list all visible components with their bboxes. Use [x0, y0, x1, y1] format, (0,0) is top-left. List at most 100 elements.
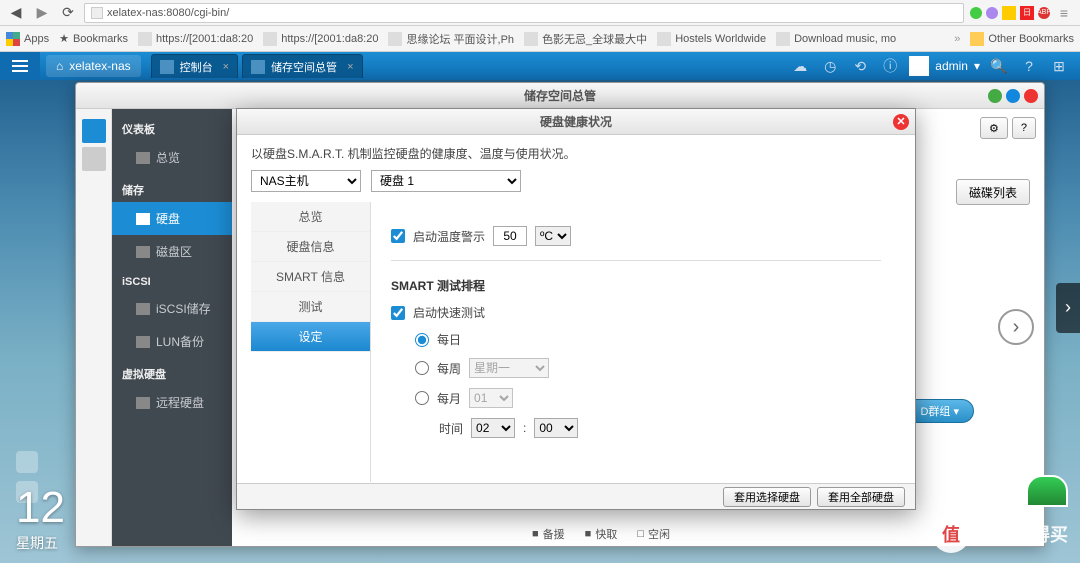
- settings-button[interactable]: ⚙: [980, 117, 1008, 139]
- close-icon[interactable]: ×: [347, 61, 353, 73]
- bookmark-item[interactable]: Hostels Worldwide: [657, 32, 766, 46]
- refresh-icon[interactable]: ⟲: [849, 55, 871, 77]
- info-icon[interactable]: ⓘ: [879, 55, 901, 77]
- clock-icon[interactable]: ◷: [819, 55, 841, 77]
- window-titlebar[interactable]: 储存空间总管: [76, 83, 1044, 109]
- sidebar-item-overview[interactable]: 总览: [112, 141, 232, 174]
- dock-icon[interactable]: [16, 451, 38, 473]
- sidebar-section: 仪表板: [112, 113, 232, 141]
- close-button[interactable]: [1024, 89, 1038, 103]
- bookmark-item[interactable]: ★ Bookmarks: [59, 32, 128, 45]
- next-disk-button[interactable]: ›: [998, 309, 1034, 345]
- sidebar-item-volumes[interactable]: 磁盘区: [112, 235, 232, 268]
- menu-icon[interactable]: ≡: [1054, 3, 1074, 23]
- disk-select[interactable]: 硬盘 1: [371, 170, 521, 192]
- icon-rail: [76, 109, 112, 546]
- home-icon: ⌂: [56, 59, 63, 73]
- sidebar-section: 储存: [112, 174, 232, 202]
- tab-test[interactable]: 测试: [251, 292, 370, 322]
- close-icon[interactable]: ×: [223, 61, 229, 73]
- username-label: admin: [935, 59, 968, 73]
- monthly-radio[interactable]: [415, 391, 429, 405]
- time-min-select[interactable]: 00: [534, 418, 578, 438]
- taskbar-tab-storage[interactable]: 储存空间总管 ×: [242, 54, 362, 78]
- ext-icon[interactable]: [1002, 6, 1016, 20]
- lun-icon: [136, 336, 150, 348]
- bookmark-item[interactable]: 色影无忌_全球最大中: [524, 31, 647, 47]
- tab-disk-info[interactable]: 硬盘信息: [251, 232, 370, 262]
- dialog-close-button[interactable]: ✕: [893, 114, 909, 130]
- main-menu-button[interactable]: [0, 52, 40, 80]
- bookmark-overflow[interactable]: »: [954, 33, 960, 45]
- rail-overview-icon[interactable]: [82, 119, 106, 143]
- bookmark-item[interactable]: Download music, mo: [776, 32, 896, 46]
- adblock-icon[interactable]: ABP: [1038, 7, 1050, 19]
- time-hour-select[interactable]: 02: [471, 418, 515, 438]
- sidebar: 仪表板 总览 储存 硬盘 磁盘区 iSCSI iSCSI储存 LUN备份 虚拟硬…: [112, 109, 232, 546]
- reload-button[interactable]: ⟳: [58, 3, 78, 23]
- ext-icon[interactable]: [986, 7, 998, 19]
- temp-alarm-checkbox[interactable]: [391, 229, 405, 243]
- apply-selected-button[interactable]: 套用选择硬盘: [723, 487, 811, 507]
- hamburger-icon: [12, 60, 28, 72]
- dialog-titlebar[interactable]: 硬盘健康状况 ✕: [237, 109, 915, 135]
- host-select[interactable]: NAS主机: [251, 170, 361, 192]
- dashboard-icon[interactable]: ⊞: [1048, 55, 1070, 77]
- schedule-heading: SMART 测试排程: [391, 277, 881, 294]
- dialog-description: 以硬盘S.M.A.R.T. 机制监控硬盘的健康度、温度与使用状况。: [251, 145, 901, 162]
- dialog-tabs: 总览 硬盘信息 SMART 信息 测试 设定: [251, 202, 371, 482]
- quick-test-checkbox[interactable]: [391, 306, 405, 320]
- time-label: 时间: [439, 420, 463, 437]
- disk-list-button[interactable]: 磁碟列表: [956, 179, 1030, 205]
- hostname-label: xelatex-nas: [69, 59, 130, 73]
- ext-icon[interactable]: [970, 7, 982, 19]
- hostname-breadcrumb[interactable]: ⌂ xelatex-nas: [46, 55, 141, 77]
- settings-panel: 启动温度警示 ºC SMART 测试排程 启动快速测试 每日: [371, 202, 901, 482]
- ext-icon[interactable]: 日: [1020, 6, 1034, 20]
- bookmark-item[interactable]: https://[2001:da8:20: [138, 32, 253, 46]
- other-bookmarks[interactable]: Other Bookmarks: [970, 32, 1074, 46]
- browser-toolbar: ◀ ▶ ⟳ xelatex-nas:8080/cgi-bin/ 日 ABP ≡: [0, 0, 1080, 26]
- user-menu[interactable]: admin ▾: [909, 56, 980, 76]
- help-icon: ?: [1021, 122, 1027, 134]
- bookmark-item[interactable]: https://[2001:da8:20: [263, 32, 378, 46]
- monthly-day-select[interactable]: 01: [469, 388, 513, 408]
- tab-smart-info[interactable]: SMART 信息: [251, 262, 370, 292]
- cloud-icon[interactable]: ☁: [789, 55, 811, 77]
- sidebar-item-remote-disk[interactable]: 远程硬盘: [112, 386, 232, 419]
- watermark: 值 什么值得买: [932, 515, 1068, 553]
- tab-overview[interactable]: 总览: [251, 202, 370, 232]
- minimize-button[interactable]: [988, 89, 1002, 103]
- weekly-radio[interactable]: [415, 361, 429, 375]
- forward-button[interactable]: ▶: [32, 3, 52, 23]
- free-indicator: □ 空闲: [637, 526, 670, 542]
- dashboard-toggle[interactable]: [1026, 475, 1068, 507]
- back-button[interactable]: ◀: [6, 3, 26, 23]
- address-bar[interactable]: xelatex-nas:8080/cgi-bin/: [84, 3, 964, 23]
- avatar-icon: [909, 56, 929, 76]
- sidebar-item-iscsi-storage[interactable]: iSCSI储存: [112, 292, 232, 325]
- chevron-down-icon: ▾: [974, 59, 980, 73]
- bookmark-item[interactable]: 思缘论坛 平面设计,Ph: [388, 31, 514, 47]
- taskbar-tab-control[interactable]: 控制台 ×: [151, 54, 238, 78]
- rail-storage-icon[interactable]: [82, 147, 106, 171]
- gallery-next-overlay[interactable]: ›: [1056, 283, 1080, 333]
- apply-all-button[interactable]: 套用全部硬盘: [817, 487, 905, 507]
- search-icon[interactable]: 🔍: [988, 55, 1010, 77]
- help-button[interactable]: ?: [1012, 117, 1036, 139]
- daily-radio[interactable]: [415, 333, 429, 347]
- taskbar-tabs: 控制台 × 储存空间总管 ×: [151, 54, 363, 78]
- tab-settings[interactable]: 设定: [251, 322, 370, 352]
- daily-label: 每日: [437, 331, 461, 348]
- desktop-wallpaper: ⌂ xelatex-nas 控制台 × 储存空间总管 × ☁ ◷ ⟲ ⓘ adm…: [0, 52, 1080, 563]
- weekly-day-select[interactable]: 星期一: [469, 358, 549, 378]
- maximize-button[interactable]: [1006, 89, 1020, 103]
- sidebar-item-lun-backup[interactable]: LUN备份: [112, 325, 232, 358]
- temp-value-input[interactable]: [493, 226, 527, 246]
- temp-unit-select[interactable]: ºC: [535, 226, 571, 246]
- disk-icon: [136, 213, 150, 225]
- sidebar-item-disks[interactable]: 硬盘: [112, 202, 232, 235]
- qts-topbar: ⌂ xelatex-nas 控制台 × 储存空间总管 × ☁ ◷ ⟲ ⓘ adm…: [0, 52, 1080, 80]
- apps-button[interactable]: Apps: [6, 32, 49, 46]
- help-icon[interactable]: ?: [1018, 55, 1040, 77]
